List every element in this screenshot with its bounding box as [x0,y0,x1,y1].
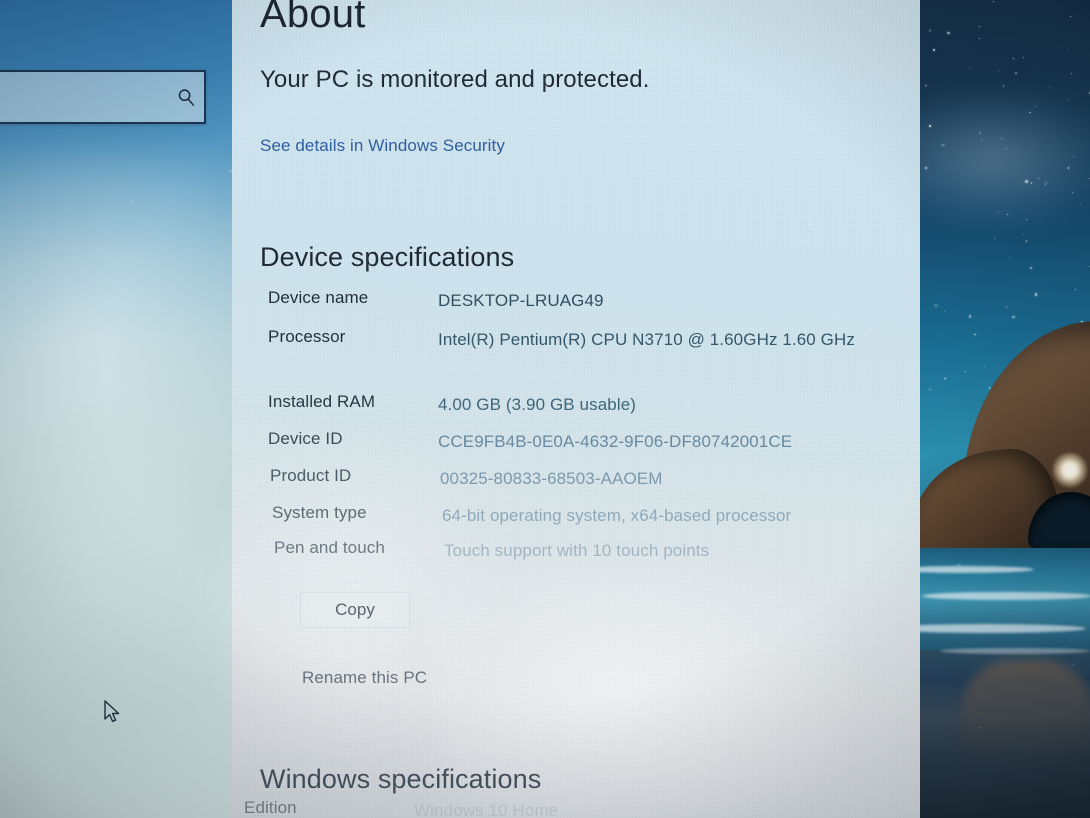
spec-key: Installed RAM [268,392,376,411]
spec-row-processor: Processor Intel(R) Pentium(R) CPU N3710 … [268,327,920,353]
search-input[interactable] [0,72,168,122]
spec-value: Windows 10 Home [414,801,559,818]
spec-row-system-type: System type 64-bit operating system, x64… [272,503,920,529]
spec-row-installed-ram: Installed RAM 4.00 GB (3.90 GB usable) [268,392,920,418]
light-spot [1052,452,1088,488]
spec-value: DESKTOP-LRUAG49 [438,291,604,310]
sidebar-item-0[interactable]: s PC [0,394,144,428]
spec-value: 4.00 GB (3.90 GB usable) [438,395,637,414]
about-content-pane: About Your PC is monitored and protected… [192,0,920,818]
settings-window: s PC nces op About Your PC is monitored … [0,0,920,818]
windows-specifications-heading: Windows specifications [260,764,542,795]
spec-key: Device name [268,288,369,307]
wave-foam [900,566,1034,573]
spec-key: System type [272,503,367,522]
spec-row-device-name: Device name DESKTOP-LRUAG49 [268,288,920,314]
copy-button[interactable]: Copy [300,592,410,628]
windows-security-link[interactable]: See details in Windows Security [260,136,505,156]
spec-row-edition: Edition Windows 10 Home [244,798,904,818]
mouse-cursor [103,700,125,726]
sidebar-item-1[interactable]: nces [0,464,144,498]
spec-value: 64-bit operating system, x64-based proce… [442,506,792,525]
spec-value: Intel(R) Pentium(R) CPU N3710 @ 1.60GHz … [438,330,855,349]
spec-key: Processor [268,327,346,346]
wave-foam [922,592,1090,600]
screen-photo: s PC nces op About Your PC is monitored … [0,0,1090,818]
page-title: About [260,0,366,36]
search-icon[interactable] [168,72,204,122]
protection-status-text: Your PC is monitored and protected. [260,66,650,93]
spec-value: Touch support with 10 touch points [444,541,710,560]
settings-search-box[interactable] [0,70,206,124]
sidebar-item-2[interactable]: op [0,596,144,630]
spec-key: Edition [244,798,297,817]
spec-key: Pen and touch [274,538,385,557]
device-specifications-heading: Device specifications [260,242,515,273]
spec-value: CCE9FB4B-0E0A-4632-9F06-DF80742001CE [438,432,793,451]
spec-key: Device ID [268,429,343,448]
desktop-wallpaper [900,0,1090,818]
spec-row-pen-and-touch: Pen and touch Touch support with 10 touc… [274,538,920,564]
spec-row-device-id: Device ID CCE9FB4B-0E0A-4632-9F06-DF8074… [268,429,920,455]
spec-row-product-id: Product ID 00325-80833-68503-AAOEM [270,466,920,492]
wave-foam [940,648,1090,654]
spec-key: Product ID [270,466,352,485]
spec-value: 00325-80833-68503-AAOEM [440,469,663,488]
rename-this-pc-link[interactable]: Rename this PC [302,668,427,688]
rock-reflection [962,660,1090,780]
